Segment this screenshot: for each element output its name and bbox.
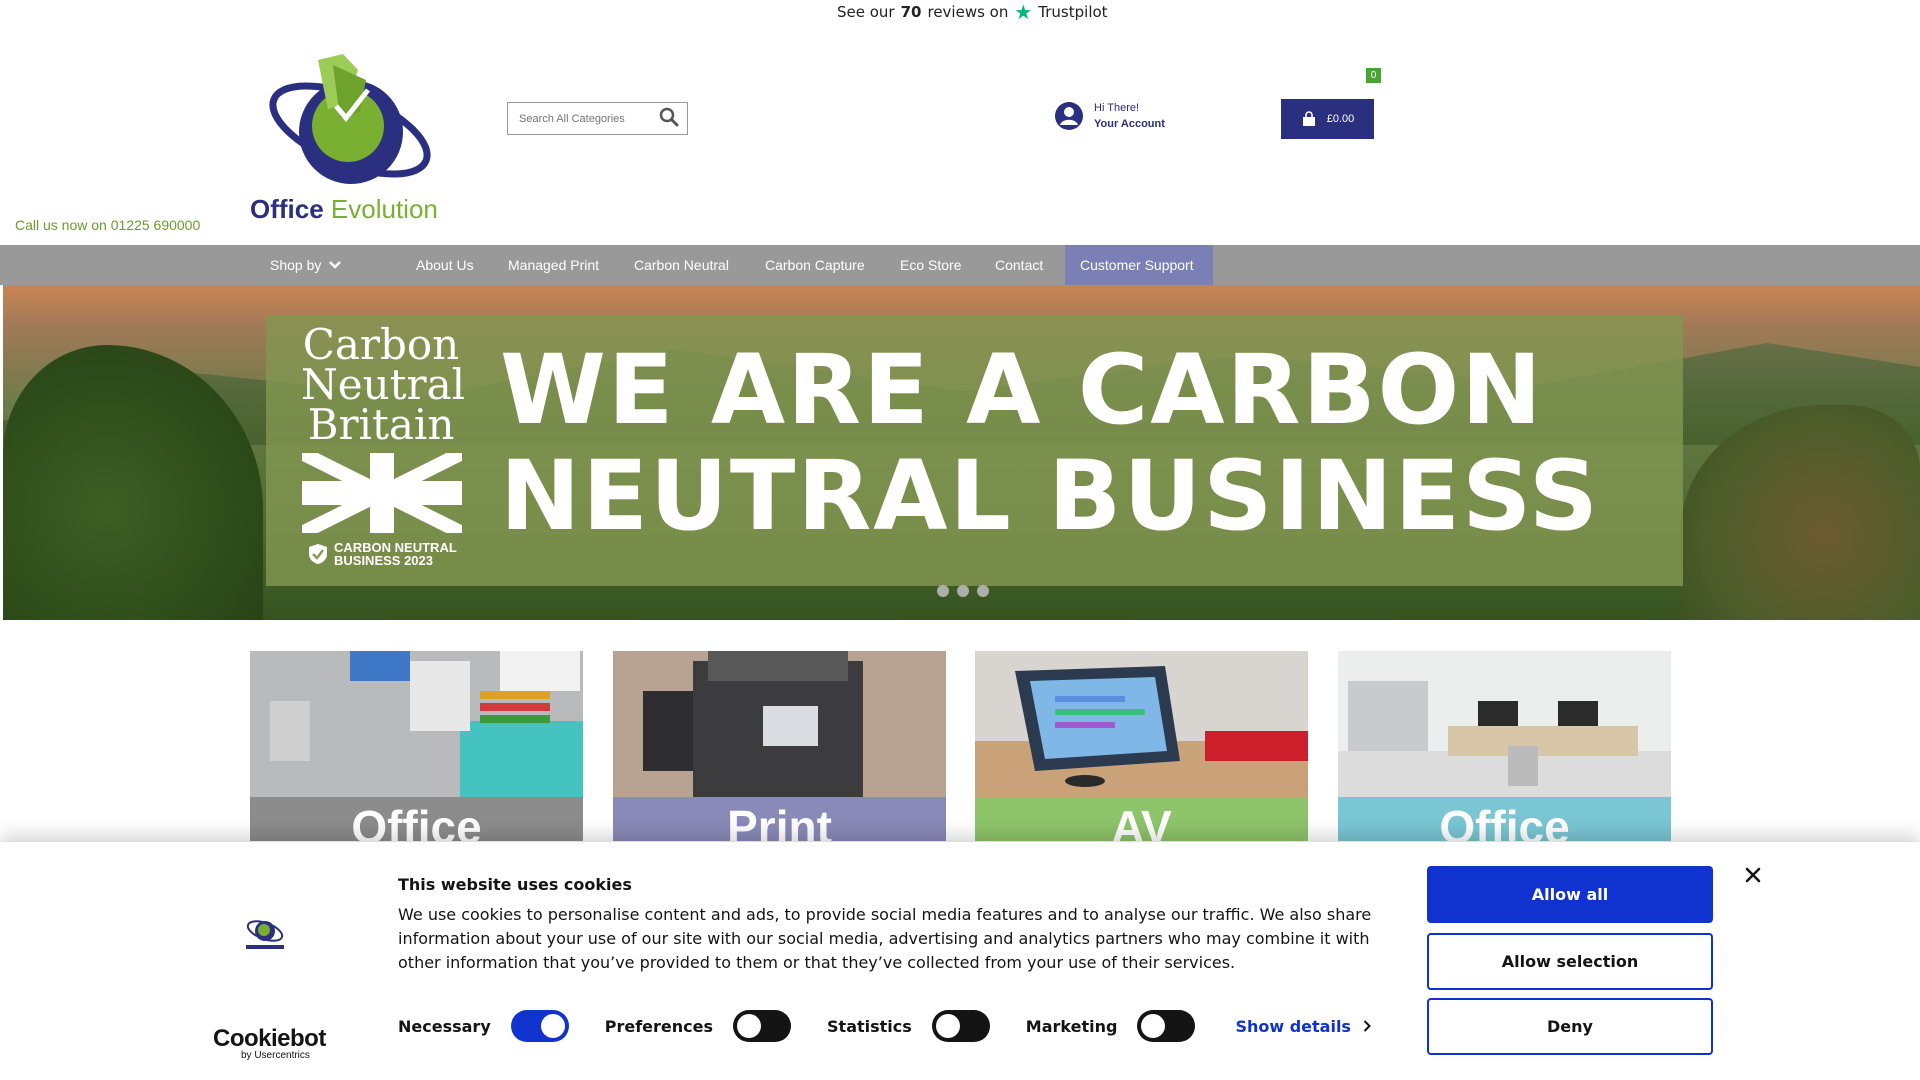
cookie-title: This website uses cookies	[398, 875, 632, 894]
printer-image	[613, 651, 946, 797]
search-input[interactable]	[508, 103, 648, 134]
carbon-neutral-britain-logo: Carbon Neutral Britain	[301, 320, 466, 449]
allow-all-button[interactable]: Allow all	[1427, 866, 1713, 923]
necessary-switch[interactable]	[510, 1010, 569, 1042]
cnb-line-2: Neutral	[301, 360, 466, 409]
toggle-label: Necessary	[398, 1016, 491, 1036]
nav-carbon-capture[interactable]: Carbon Capture	[750, 245, 880, 285]
slider-dot[interactable]	[957, 585, 969, 597]
shopping-bag-icon	[1302, 111, 1315, 126]
cookiebot-logo[interactable]: Cookiebot by Usercentrics	[213, 1025, 326, 1061]
nav-contact[interactable]: Contact	[980, 245, 1058, 285]
toggle-label: Preferences	[604, 1016, 714, 1036]
trustpilot-count: 70	[900, 3, 922, 21]
search-icon[interactable]	[659, 107, 679, 129]
show-details-label: Show details	[1235, 1016, 1351, 1036]
category-tile-office[interactable]: Office	[250, 651, 583, 841]
preferences-switch[interactable]	[733, 1010, 792, 1042]
chevron-down-icon	[329, 246, 342, 286]
trustpilot-star-icon: ★	[1014, 0, 1033, 24]
nav-about-us[interactable]: About Us	[401, 245, 489, 285]
show-details-link[interactable]: Show details	[1235, 1017, 1371, 1036]
nav-eco-store[interactable]: Eco Store	[885, 245, 976, 285]
slider-dots	[937, 585, 989, 597]
headline-line-2: NEUTRAL BUSINESS	[500, 440, 1601, 552]
trustpilot-prefix: See our	[837, 3, 895, 21]
main-nav: Shop by About Us Managed Print Carbon Ne…	[0, 245, 1920, 285]
shield-check-icon	[309, 544, 327, 564]
toggle-label: Marketing	[1025, 1016, 1118, 1036]
cart-count-badge: 0	[1366, 68, 1381, 83]
office-evolution-small-logo	[246, 920, 284, 949]
switch-knob	[737, 1014, 762, 1038]
account-label: Your Account	[1094, 118, 1165, 130]
banner-headline: WE ARE A CARBON NEUTRAL BUSINESS	[500, 337, 1600, 549]
union-flag-icon	[302, 453, 462, 533]
nav-managed-print[interactable]: Managed Print	[493, 245, 614, 285]
account-link[interactable]: Hi There! Your Account	[1054, 100, 1165, 132]
badge-line-2: BUSINESS 2023	[334, 553, 433, 568]
search-box	[507, 102, 688, 135]
call-us-text[interactable]: Call us now on 01225 690000	[15, 217, 200, 233]
trustpilot-suffix: reviews on	[927, 3, 1009, 21]
category-tile-av[interactable]: AV	[975, 651, 1308, 841]
cart-total: £0.00	[1326, 113, 1355, 125]
category-label: Office	[1338, 797, 1671, 841]
cnb-line-3: Britain	[307, 400, 455, 449]
toggle-preferences: Preferences	[604, 1010, 792, 1042]
nav-customer-support[interactable]: Customer Support	[1065, 245, 1213, 285]
nav-shop-by[interactable]: Shop by	[255, 245, 356, 285]
toggle-necessary: Necessary	[398, 1010, 569, 1042]
user-icon	[1055, 102, 1083, 130]
office-furniture-image	[1338, 651, 1671, 797]
account-greeting: Hi There!	[1094, 102, 1140, 114]
carbon-neutral-badge: CARBON NEUTRAL BUSINESS 2023	[308, 541, 457, 567]
switch-knob	[1141, 1014, 1166, 1038]
trustpilot-brand: Trustpilot	[1038, 3, 1108, 21]
office-supplies-image	[250, 651, 583, 797]
statistics-switch[interactable]	[931, 1010, 990, 1042]
switch-knob	[540, 1014, 565, 1038]
trustpilot-bar[interactable]: See our 70 reviews on ★ Trustpilot	[0, 0, 1920, 24]
switch-knob	[935, 1014, 960, 1038]
hero-banner[interactable]: Carbon Neutral Britain CARBON NEUTRAL BU…	[3, 285, 1920, 620]
nav-shop-by-label: Shop by	[270, 257, 322, 273]
category-label: AV	[975, 797, 1308, 841]
close-icon[interactable]	[1740, 862, 1766, 888]
toggle-statistics: Statistics	[827, 1010, 990, 1042]
category-label: Print	[613, 797, 946, 841]
toggle-label: Statistics	[827, 1016, 912, 1036]
logo-word-evolution: Evolution	[330, 194, 438, 224]
cookiebot-name: Cookiebot	[213, 1025, 326, 1052]
logo-word-office: Office	[250, 194, 324, 224]
site-header: Office Evolution Call us now on 01225 69…	[0, 24, 1920, 245]
slider-dot[interactable]	[937, 585, 949, 597]
category-tile-print[interactable]: Print	[613, 651, 946, 841]
category-label: Office	[250, 797, 583, 841]
laptop-image	[975, 651, 1308, 797]
headline-line-1: WE ARE A CARBON	[500, 334, 1544, 446]
cart-button[interactable]: £0.00	[1281, 99, 1374, 139]
nav-carbon-neutral[interactable]: Carbon Neutral	[619, 245, 744, 285]
cookie-toggles: Necessary Preferences Statistics Marketi…	[398, 1010, 1371, 1042]
marketing-switch[interactable]	[1137, 1010, 1196, 1042]
cookie-consent-banner: Cookiebot by Usercentrics This website u…	[0, 842, 1920, 1080]
cookie-text: We use cookies to personalise content an…	[398, 905, 1372, 972]
toggle-marketing: Marketing	[1026, 1010, 1196, 1042]
allow-selection-button[interactable]: Allow selection	[1427, 933, 1713, 990]
cnb-line-1: Carbon	[302, 320, 460, 369]
deny-button[interactable]: Deny	[1427, 998, 1713, 1055]
slider-dot[interactable]	[977, 585, 989, 597]
logo-wordmark[interactable]: Office Evolution	[250, 194, 438, 225]
chevron-right-icon	[1363, 1020, 1371, 1032]
office-evolution-logo[interactable]	[248, 40, 454, 204]
category-tile-office-furniture[interactable]: Office	[1338, 651, 1671, 841]
